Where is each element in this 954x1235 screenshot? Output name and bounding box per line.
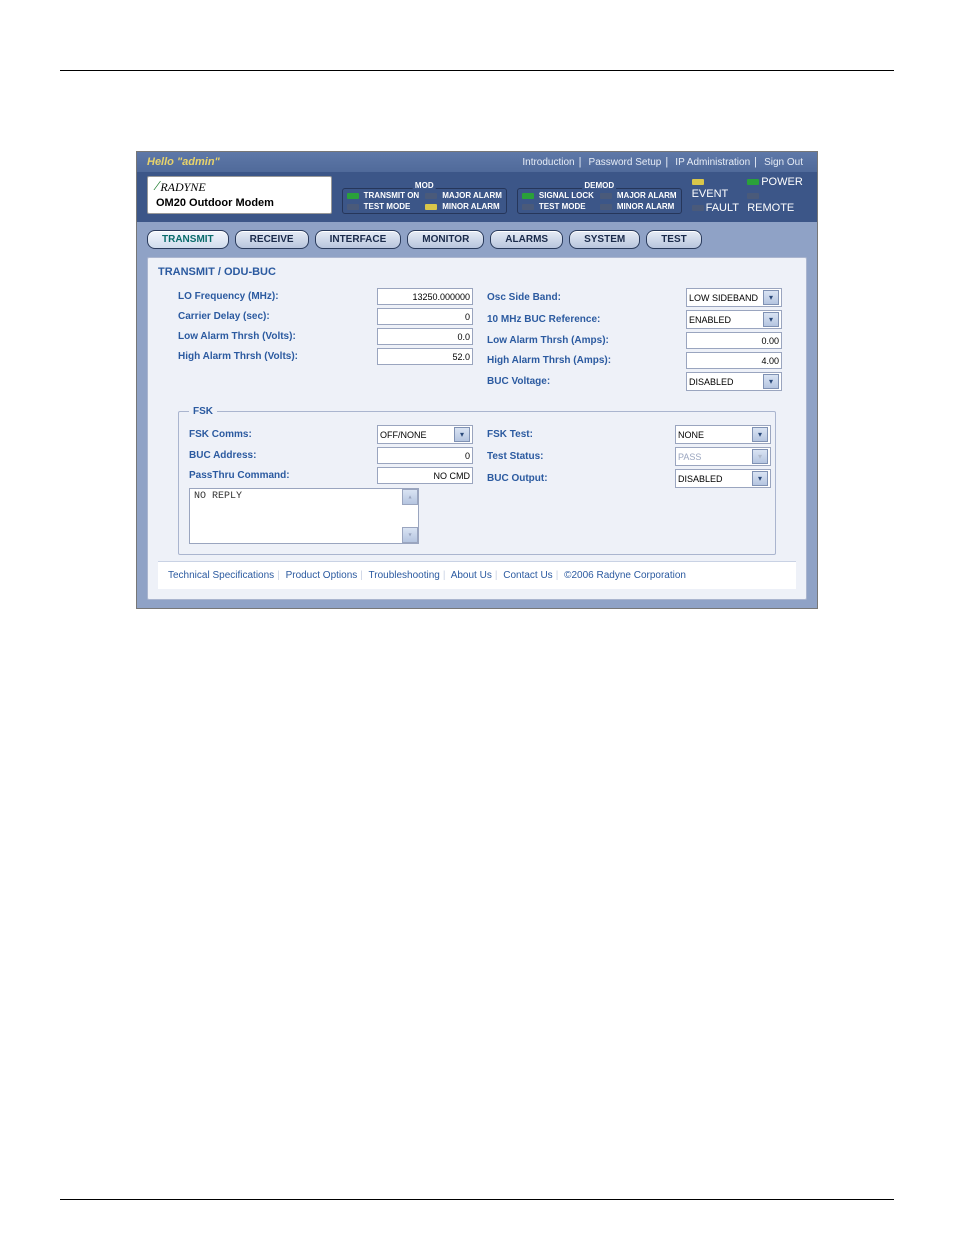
input-high-alarm-volts[interactable] [377, 348, 473, 365]
main-panel: TRANSMIT / ODU-BUC LO Frequency (MHz): C… [147, 257, 807, 600]
reply-textarea[interactable]: NO REPLY ▴ ▾ [189, 488, 419, 544]
led-demod-major-alarm-icon [600, 193, 612, 199]
label-buc-voltage: BUC Voltage: [487, 376, 686, 387]
led-transmit-on-icon [347, 193, 359, 199]
app-window: Hello "admin" Introduction| Password Set… [136, 151, 818, 609]
label-high-alarm-amps: High Alarm Thrsh (Amps): [487, 355, 686, 366]
input-lo-frequency[interactable] [377, 288, 473, 305]
status-demod: DEMOD SIGNAL LOCK TEST MODE MAJOR ALARM … [517, 188, 682, 214]
logo-brand: RADYNE [160, 180, 205, 195]
led-fault-icon [692, 205, 704, 211]
topnav-ip-administration[interactable]: IP Administration [675, 157, 750, 168]
select-buc-voltage[interactable]: DISABLED▾ [686, 372, 782, 391]
led-mod-minor-alarm-icon [425, 204, 437, 210]
led-remote-icon [747, 193, 759, 199]
footer-about-us[interactable]: About Us [451, 570, 492, 581]
label-test-status: Test Status: [487, 451, 675, 462]
logo-subtitle: OM20 Outdoor Modem [156, 197, 323, 209]
led-demod-test-mode-icon [522, 204, 534, 210]
nav-tabs: TRANSMIT RECEIVE INTERFACE MONITOR ALARM… [137, 222, 817, 257]
input-high-alarm-amps[interactable] [686, 352, 782, 369]
chevron-down-icon: ▾ [763, 312, 779, 327]
select-fsk-test[interactable]: NONE▾ [675, 425, 771, 444]
chevron-down-icon: ▾ [752, 471, 768, 486]
led-demod-minor-alarm-icon [600, 204, 612, 210]
label-fsk-test: FSK Test: [487, 429, 675, 440]
section-title: TRANSMIT / ODU-BUC [158, 266, 796, 278]
led-test-mode-icon [347, 204, 359, 210]
topbar: Hello "admin" Introduction| Password Set… [137, 152, 817, 172]
tab-alarms[interactable]: ALARMS [490, 230, 563, 249]
logo-box: ⁄RADYNE OM20 Outdoor Modem [147, 176, 332, 214]
label-lo-frequency: LO Frequency (MHz): [178, 291, 377, 302]
chevron-down-icon: ▾ [454, 427, 470, 442]
led-mod-major-alarm-icon [425, 193, 437, 199]
label-buc-reference: 10 MHz BUC Reference: [487, 314, 686, 325]
label-passthru-command: PassThru Command: [189, 470, 377, 481]
chevron-down-icon: ▾ [752, 427, 768, 442]
chevron-down-icon: ▾ [752, 449, 768, 464]
label-buc-output: BUC Output: [487, 473, 675, 484]
footer-copyright: ©2006 Radyne Corporation [564, 570, 686, 581]
header-strip: ⁄RADYNE OM20 Outdoor Modem MOD TRANSMIT … [137, 172, 817, 222]
input-passthru-command[interactable] [377, 467, 473, 484]
footer-contact-us[interactable]: Contact Us [503, 570, 552, 581]
select-test-status: PASS▾ [675, 447, 771, 466]
led-event-icon [692, 179, 704, 185]
footer-links: Technical Specifications| Product Option… [158, 561, 796, 589]
chevron-down-icon: ▾ [763, 374, 779, 389]
input-buc-address[interactable] [377, 447, 473, 464]
input-low-alarm-volts[interactable] [377, 328, 473, 345]
hello-user: Hello "admin" [147, 156, 220, 168]
scroll-down-icon[interactable]: ▾ [402, 527, 418, 543]
led-signal-lock-icon [522, 193, 534, 199]
select-buc-reference[interactable]: ENABLED▾ [686, 310, 782, 329]
footer-tech-spec[interactable]: Technical Specifications [168, 570, 274, 581]
topnav: Introduction| Password Setup| IP Adminis… [518, 156, 807, 168]
topnav-introduction[interactable]: Introduction [522, 157, 574, 168]
label-osc-side-band: Osc Side Band: [487, 292, 686, 303]
label-buc-address: BUC Address: [189, 450, 377, 461]
select-osc-side-band[interactable]: LOW SIDEBAND▾ [686, 288, 782, 307]
tab-receive[interactable]: RECEIVE [235, 230, 309, 249]
tab-transmit[interactable]: TRANSMIT [147, 230, 229, 249]
fsk-legend: FSK [189, 406, 217, 417]
status-mod: MOD TRANSMIT ON TEST MODE MAJOR ALARM MI… [342, 188, 507, 214]
tab-monitor[interactable]: MONITOR [407, 230, 484, 249]
label-high-alarm-volts: High Alarm Thrsh (Volts): [178, 351, 377, 362]
footer-product-options[interactable]: Product Options [286, 570, 358, 581]
label-carrier-delay: Carrier Delay (sec): [178, 311, 377, 322]
select-buc-output[interactable]: DISABLED▾ [675, 469, 771, 488]
right-column: Osc Side Band:LOW SIDEBAND▾ 10 MHz BUC R… [487, 288, 776, 394]
left-column: LO Frequency (MHz): Carrier Delay (sec):… [178, 288, 467, 394]
select-fsk-comms[interactable]: OFF/NONE▾ [377, 425, 473, 444]
logo-swoosh-icon: ⁄ [156, 179, 158, 195]
tab-interface[interactable]: INTERFACE [315, 230, 402, 249]
label-low-alarm-amps: Low Alarm Thrsh (Amps): [487, 335, 686, 346]
tab-test[interactable]: TEST [646, 230, 702, 249]
chevron-down-icon: ▾ [763, 290, 779, 305]
label-low-alarm-volts: Low Alarm Thrsh (Volts): [178, 331, 377, 342]
topnav-password-setup[interactable]: Password Setup [589, 157, 662, 168]
led-power-icon [747, 179, 759, 185]
fsk-fieldset: FSK FSK Comms:OFF/NONE▾ BUC Address: Pas… [178, 406, 776, 555]
input-low-alarm-amps[interactable] [686, 332, 782, 349]
scroll-up-icon[interactable]: ▴ [402, 489, 418, 505]
input-carrier-delay[interactable] [377, 308, 473, 325]
topnav-sign-out[interactable]: Sign Out [764, 157, 803, 168]
footer-troubleshooting[interactable]: Troubleshooting [369, 570, 440, 581]
label-fsk-comms: FSK Comms: [189, 429, 377, 440]
tab-system[interactable]: SYSTEM [569, 230, 640, 249]
